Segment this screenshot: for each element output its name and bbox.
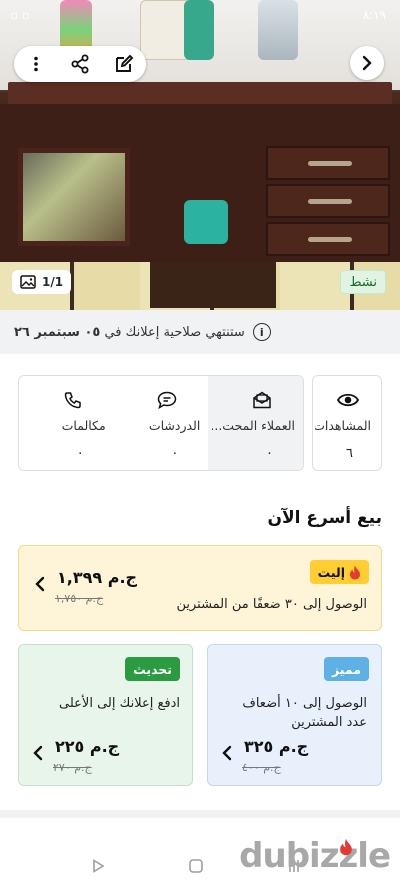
nav-back-icon[interactable] bbox=[86, 854, 110, 878]
stat-calls-value: ٠ bbox=[76, 446, 84, 461]
stat-calls-label: مكالمات bbox=[61, 418, 106, 433]
mail-open-icon bbox=[251, 390, 273, 410]
chevron-left-icon bbox=[220, 743, 234, 763]
share-icon[interactable] bbox=[64, 48, 96, 80]
expiry-banner: i ستنتهي صلاحية إعلانك في ٠٥ سبتمبر ٢٦ bbox=[0, 310, 400, 354]
stat-calls[interactable]: مكالمات ٠ bbox=[19, 376, 114, 470]
logo-text: dubizzle bbox=[239, 836, 391, 876]
featured-price: ج.م ٣٢٥ bbox=[244, 737, 309, 756]
flame-icon bbox=[340, 838, 353, 856]
refresh-price: ج.م ٢٢٥ bbox=[55, 737, 120, 756]
featured-package-card[interactable]: مميز الوصول إلى ١٠ أضعاف عدد المشترين ج.… bbox=[207, 644, 382, 786]
elite-package-card[interactable]: إليت الوصول إلى ٣٠ ضعفًا من المشترين ج.م… bbox=[18, 545, 382, 631]
phone-icon bbox=[62, 390, 84, 410]
sell-faster-title: بيع أسرع الآن bbox=[267, 508, 382, 528]
elite-badge-label: إليت bbox=[317, 564, 345, 580]
refresh-description: ادفع إعلانك إلى الأعلى bbox=[59, 696, 180, 711]
more-vertical-icon[interactable] bbox=[20, 48, 52, 80]
chevron-left-icon bbox=[33, 574, 47, 594]
expiry-date: ٠٥ سبتمبر ٢٦ bbox=[14, 324, 101, 340]
chevron-right-icon bbox=[362, 55, 372, 71]
photo-drawer bbox=[266, 184, 390, 218]
photo-counter-text: 1/1 bbox=[42, 275, 64, 289]
refresh-old-price: ج.م ٢٧٠ bbox=[53, 761, 92, 774]
photo-toy bbox=[184, 200, 228, 244]
stat-chats-label: الدردشات bbox=[148, 418, 201, 433]
section-divider bbox=[0, 810, 400, 818]
photo-actions bbox=[14, 46, 146, 82]
dubizzle-logo: dubizzle bbox=[239, 836, 391, 876]
photo-drawer bbox=[266, 146, 390, 180]
status-badge: نشط bbox=[340, 270, 386, 294]
expiry-text: ستنتهي صلاحية إعلانك في ٠٥ سبتمبر ٢٦ bbox=[14, 325, 245, 340]
stat-views[interactable]: المشاهدات ٦ bbox=[312, 375, 382, 471]
elite-description: الوصول إلى ٣٠ ضعفًا من المشترين bbox=[176, 597, 367, 612]
stat-views-label: المشاهدات bbox=[315, 418, 371, 433]
stat-leads-label: العملاء المحت... bbox=[212, 418, 296, 433]
photo-cabinet-top bbox=[8, 82, 392, 104]
featured-badge: مميز bbox=[324, 657, 369, 681]
listing-photo[interactable]: ▫ ▫ ٨:١٩ 1/1 نشط bbox=[0, 0, 400, 310]
refresh-package-card[interactable]: تحديث ادفع إعلانك إلى الأعلى ج.م ٢٢٥ ج.م… bbox=[18, 644, 193, 786]
stat-views-value: ٦ bbox=[346, 446, 353, 461]
status-bar-time: ٨:١٩ bbox=[362, 8, 386, 22]
stat-chats-value: ٠ bbox=[171, 446, 179, 461]
edit-icon[interactable] bbox=[108, 48, 140, 80]
photo-counter[interactable]: 1/1 bbox=[12, 270, 72, 294]
status-bar: ▫ ▫ ٨:١٩ bbox=[0, 0, 400, 30]
flame-icon bbox=[350, 565, 360, 579]
featured-description-line2: عدد المشترين bbox=[291, 714, 367, 730]
featured-description-line1: الوصول إلى ١٠ أضعاف bbox=[242, 696, 367, 711]
expiry-prefix: ستنتهي صلاحية إعلانك في bbox=[104, 324, 245, 340]
status-bar-indicators: ▫ ▫ bbox=[10, 8, 31, 22]
photo-drawer bbox=[266, 222, 390, 256]
info-icon[interactable]: i bbox=[252, 323, 271, 341]
photo-rug bbox=[150, 262, 276, 308]
stat-leads-value: ٠ bbox=[266, 446, 274, 461]
chat-icon bbox=[156, 390, 178, 410]
elite-badge: إليت bbox=[309, 560, 369, 584]
elite-price: ج.م ١,٣٩٩ bbox=[57, 568, 138, 587]
back-button[interactable] bbox=[350, 46, 384, 80]
photo-glass-door bbox=[18, 148, 130, 246]
elite-old-price: ج.م ١,٧٥٠ bbox=[55, 592, 104, 605]
stat-leads[interactable]: العملاء المحت... ٠ bbox=[208, 376, 303, 470]
chevron-left-icon bbox=[31, 743, 45, 763]
featured-description: الوصول إلى ١٠ أضعاف عدد المشترين bbox=[242, 695, 367, 733]
stats-panel: مكالمات ٠ الدردشات ٠ العملاء المحت... ٠ bbox=[18, 375, 304, 471]
refresh-badge: تحديث bbox=[125, 657, 180, 681]
featured-old-price: ج.م ٤٠٠ bbox=[242, 761, 281, 774]
stat-chats[interactable]: الدردشات ٠ bbox=[114, 376, 209, 470]
eye-icon bbox=[337, 390, 359, 410]
nav-home-icon[interactable] bbox=[184, 854, 208, 878]
image-icon bbox=[20, 275, 36, 289]
